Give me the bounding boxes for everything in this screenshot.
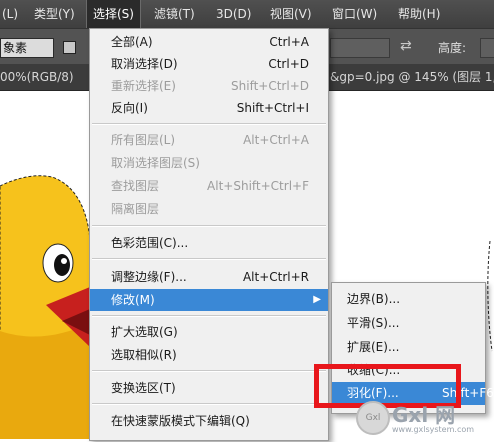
- menu-item-label: 查找图层: [111, 179, 160, 193]
- document-tab-title[interactable]: &gp=0.jpg @ 145% (图层 1,: [330, 64, 494, 90]
- menu-item-label: 色彩范围(C)...: [111, 236, 189, 250]
- menu-item-label: 选取相似(R): [111, 348, 177, 362]
- menu-separator: [92, 403, 326, 405]
- menu-help[interactable]: 帮助(H): [398, 0, 440, 28]
- menu-item-label: 重新选择(E): [111, 79, 176, 93]
- menu-separator: [92, 123, 326, 125]
- menu-item-select-all[interactable]: 全部(A) Ctrl+A: [90, 31, 328, 53]
- menu-item-label: 全部(A): [111, 35, 153, 49]
- unit-select[interactable]: 象素: [0, 38, 54, 58]
- menu-item-label: 调整边缘(F)...: [111, 270, 187, 284]
- watermark-url: www.gxlsystem.com: [392, 425, 475, 434]
- submenu-item-border[interactable]: 边界(B)...: [332, 288, 485, 311]
- menu-item-label: 隔离图层: [111, 202, 160, 216]
- menu-item-label: 变换选区(T): [111, 381, 176, 395]
- menu-bar: (L) 类型(Y) 选择(S) 滤镜(T) 3D(D) 视图(V) 窗口(W) …: [0, 0, 494, 28]
- menu-item-label: 反向(I): [111, 101, 148, 115]
- submenu-item-label: 扩展(E)...: [347, 340, 400, 354]
- menu-separator: [92, 315, 326, 317]
- menu-item-shortcut: Shift+Ctrl+D: [231, 79, 309, 93]
- menu-window[interactable]: 窗口(W): [332, 0, 377, 28]
- menu-layer[interactable]: (L): [2, 0, 18, 28]
- menu-item-reselect[interactable]: 重新选择(E) Shift+Ctrl+D: [90, 75, 328, 97]
- menu-item-shortcut: Alt+Ctrl+A: [243, 133, 309, 147]
- menu-item-refine-edge[interactable]: 调整边缘(F)... Alt+Ctrl+R: [90, 266, 328, 288]
- menu-item-label: 修改(M): [111, 293, 155, 307]
- menu-item-quick-mask[interactable]: 在快速蒙版模式下编辑(Q): [90, 410, 328, 432]
- menu-item-modify[interactable]: 修改(M) ▶: [90, 289, 328, 311]
- menu-item-shortcut: Ctrl+D: [268, 57, 309, 71]
- menu-item-label: 扩大选取(G): [111, 325, 178, 339]
- menu-item-isolate-layers[interactable]: 隔离图层: [90, 198, 328, 220]
- menu-item-inverse[interactable]: 反向(I) Shift+Ctrl+I: [90, 97, 328, 119]
- menu-filter[interactable]: 滤镜(T): [154, 0, 195, 28]
- menu-item-shortcut: Alt+Ctrl+R: [242, 270, 309, 284]
- menu-separator: [92, 258, 326, 260]
- submenu-item-label: 平滑(S)...: [347, 316, 400, 330]
- width-field[interactable]: [330, 38, 390, 58]
- menu-item-label: 取消选择(D): [111, 57, 178, 71]
- watermark-title: Gxl 网: [392, 403, 456, 427]
- swap-icon[interactable]: ⇄: [400, 38, 412, 54]
- menu-item-all-layers[interactable]: 所有图层(L) Alt+Ctrl+A: [90, 129, 328, 151]
- select-dropdown-menu: 全部(A) Ctrl+A 取消选择(D) Ctrl+D 重新选择(E) Shif…: [89, 28, 329, 441]
- menu-item-grow[interactable]: 扩大选取(G): [90, 321, 328, 343]
- menu-item-shortcut: Shift+Ctrl+I: [236, 101, 309, 115]
- menu-item-transform-selection[interactable]: 变换选区(T): [90, 377, 328, 399]
- menu-item-find-layers[interactable]: 查找图层 Alt+Shift+Ctrl+F: [90, 175, 328, 197]
- menu-3d[interactable]: 3D(D): [216, 0, 251, 28]
- submenu-item-smooth[interactable]: 平滑(S)...: [332, 312, 485, 335]
- menu-item-similar[interactable]: 选取相似(R): [90, 344, 328, 366]
- menu-view[interactable]: 视图(V): [270, 0, 312, 28]
- submenu-item-label: 边界(B)...: [347, 292, 401, 306]
- menu-item-deselect[interactable]: 取消选择(D) Ctrl+D: [90, 53, 328, 75]
- height-label: 高度:: [438, 41, 467, 55]
- menu-item-label: 所有图层(L): [111, 133, 176, 147]
- option-checkbox[interactable]: [63, 41, 76, 54]
- document-tab-status[interactable]: 00%(RGB/8): [0, 64, 74, 90]
- height-field[interactable]: [480, 38, 494, 58]
- watermark: Gxl Gxl 网 www.gxlsystem.com: [356, 397, 492, 437]
- menu-item-deselect-layers[interactable]: 取消选择图层(S): [90, 152, 328, 174]
- menu-item-color-range[interactable]: 色彩范围(C)...: [90, 232, 328, 254]
- menu-type[interactable]: 类型(Y): [34, 0, 75, 28]
- menu-item-shortcut: Alt+Shift+Ctrl+F: [207, 179, 309, 193]
- submenu-item-expand[interactable]: 扩展(E)...: [332, 336, 485, 359]
- menu-separator: [92, 225, 326, 227]
- watermark-logo: Gxl: [356, 401, 390, 435]
- menu-separator: [92, 370, 326, 372]
- submenu-arrow-icon: ▶: [313, 294, 321, 305]
- menu-item-label: 取消选择图层(S): [111, 156, 200, 170]
- menu-item-label: 在快速蒙版模式下编辑(Q): [111, 414, 250, 428]
- menu-select[interactable]: 选择(S): [86, 0, 141, 28]
- menu-item-shortcut: Ctrl+A: [269, 35, 309, 49]
